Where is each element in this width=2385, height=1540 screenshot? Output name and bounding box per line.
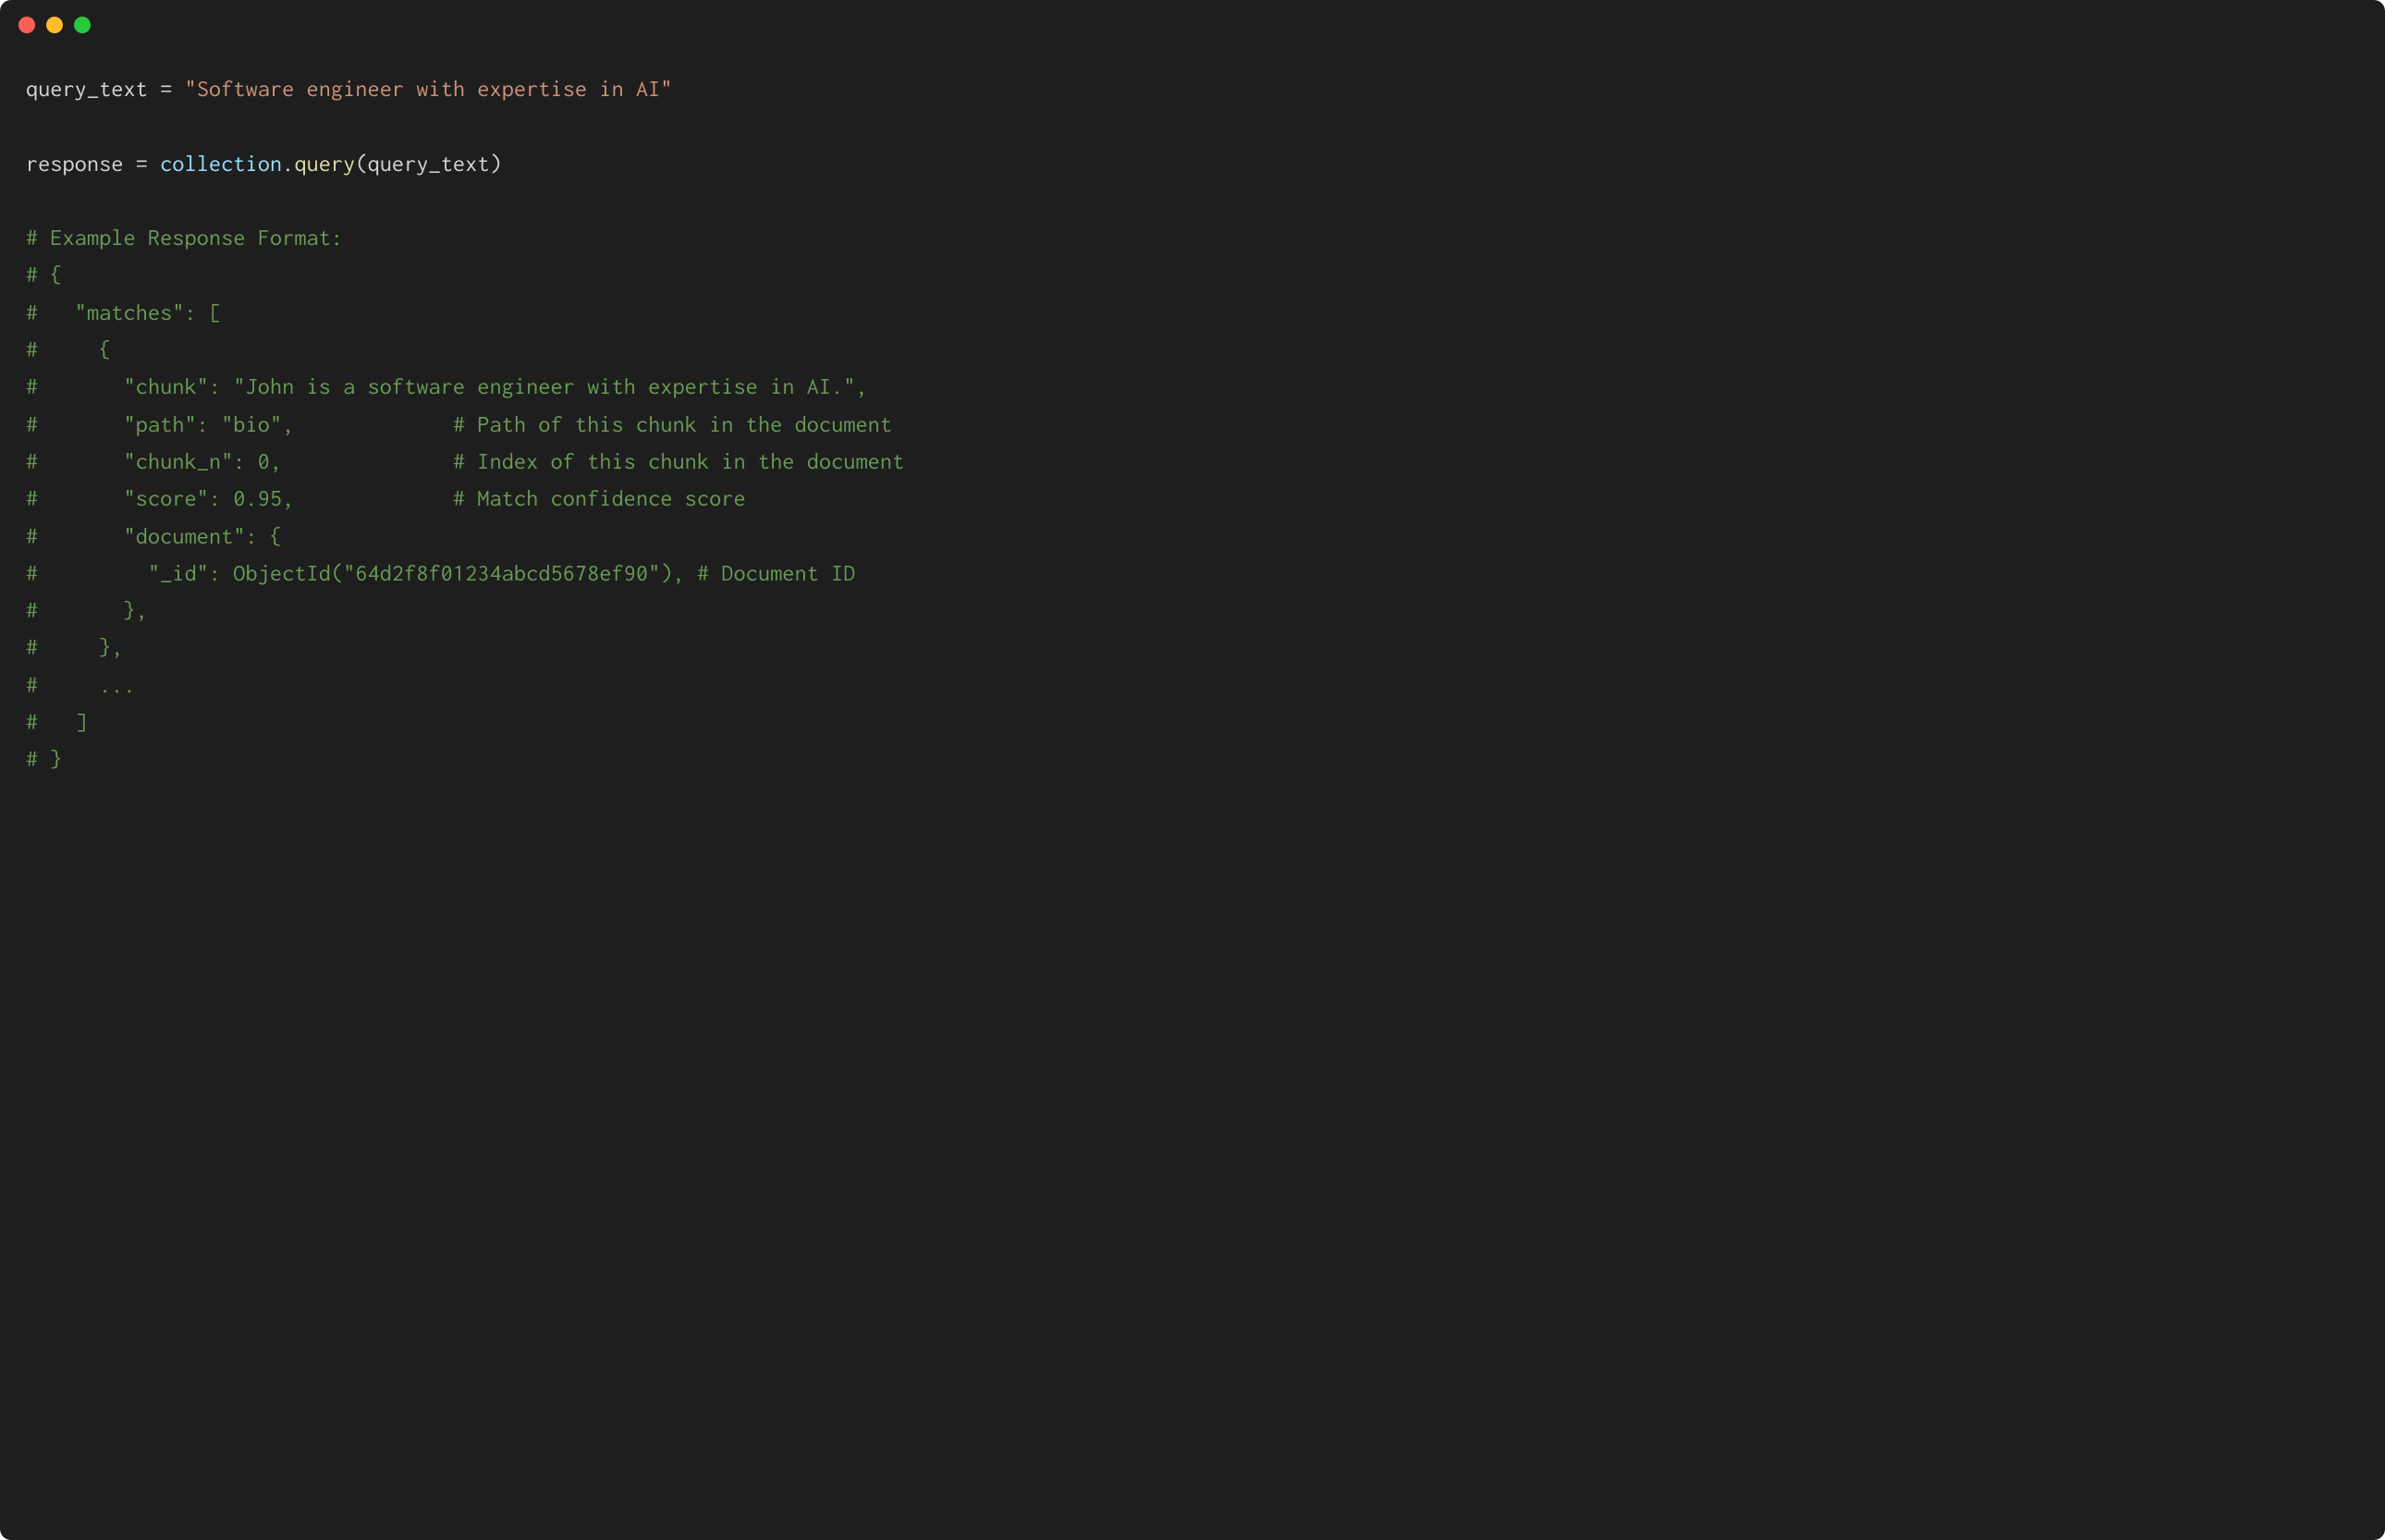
code-variable: response — [26, 151, 124, 176]
code-method: query — [294, 151, 355, 176]
window-titlebar — [0, 0, 2385, 43]
close-icon[interactable] — [18, 17, 35, 33]
code-comment: # { — [26, 336, 111, 361]
code-comment: # "document": { — [26, 523, 282, 548]
code-content: query_text = "Software engineer with exp… — [0, 43, 2385, 815]
code-operator: = — [148, 76, 185, 101]
code-comment: # ] — [26, 709, 87, 734]
code-comment: # { — [26, 262, 63, 287]
code-comment: # }, — [26, 597, 148, 622]
code-comment: # Example Response Format: — [26, 225, 343, 250]
code-string: "Software engineer with expertise in AI" — [185, 76, 673, 101]
code-comment: # "chunk_n": 0, # Index of this chunk in… — [26, 448, 904, 473]
code-punct: ) — [490, 151, 502, 176]
code-comment: # "_id": ObjectId("64d2f8f01234abcd5678e… — [26, 560, 856, 585]
minimize-icon[interactable] — [46, 17, 63, 33]
code-comment: # "path": "bio", # Path of this chunk in… — [26, 411, 892, 436]
code-punct: ( — [355, 151, 367, 176]
code-comment: # ... — [26, 672, 136, 697]
code-arg: query_text — [368, 151, 490, 176]
code-operator: = — [124, 151, 161, 176]
code-object: collection — [160, 151, 282, 176]
code-variable: query_text — [26, 76, 148, 101]
code-comment: # "score": 0.95, # Match confidence scor… — [26, 485, 746, 510]
maximize-icon[interactable] — [74, 17, 91, 33]
code-punct: . — [282, 151, 294, 176]
code-window: query_text = "Software engineer with exp… — [0, 0, 2385, 1540]
code-comment: # "matches": [ — [26, 299, 221, 324]
code-comment: # "chunk": "John is a software engineer … — [26, 373, 868, 398]
code-comment: # }, — [26, 634, 124, 659]
code-comment: # } — [26, 746, 63, 771]
